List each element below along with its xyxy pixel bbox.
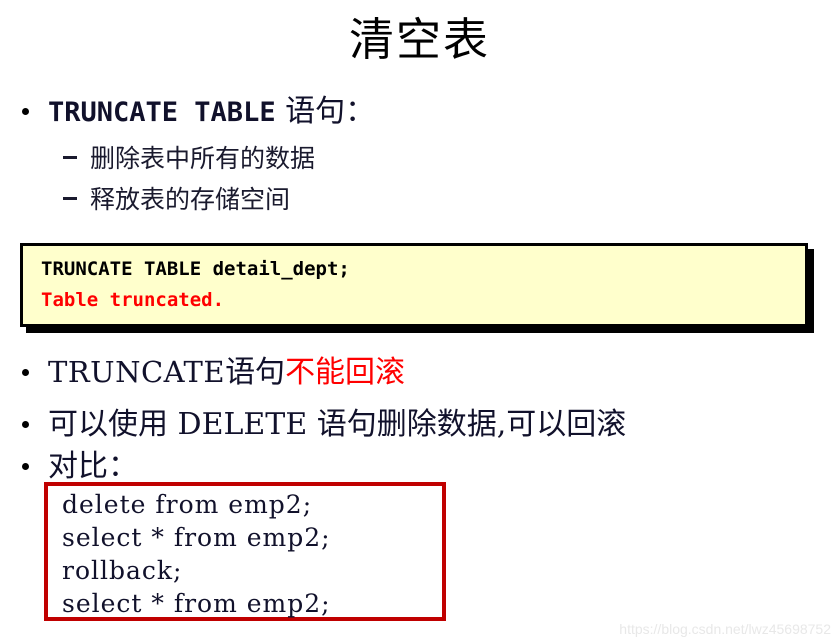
bullet-truncate-emphasis: 不能回滚 — [285, 355, 406, 390]
bullet-comparison-text: 对比： — [48, 449, 138, 484]
code-line-truncate-statement: TRUNCATE TABLE detail_dept; — [41, 258, 350, 280]
code-box-truncate: TRUNCATE TABLE detail_dept; Table trunca… — [20, 243, 808, 327]
bullet-dot-icon — [22, 421, 29, 428]
code-line-truncate-result: Table truncated. — [41, 289, 225, 311]
watermark-url: https://blog.csdn.net/lwz45698752 — [619, 621, 831, 637]
code-line-rollback: rollback; — [62, 556, 183, 585]
bullet-truncate-table-tail: 语句： — [275, 94, 376, 129]
sub-bullet-delete-all-data: 删除表中所有的数据 — [63, 145, 315, 173]
bullet-truncate-table-code: TRUNCATE TABLE — [48, 97, 276, 128]
slide-title: 清空表 — [348, 13, 490, 66]
bullet-truncate-table-text: TRUNCATE TABLE 语句： — [48, 95, 375, 130]
sub-bullet-release-space: 释放表的存储空间 — [63, 186, 290, 214]
code-line-delete: delete from emp2; — [62, 490, 313, 519]
bullet-truncate-no-rollback: TRUNCATE语句不能回滚 — [22, 355, 405, 390]
bullet-truncate-table: TRUNCATE TABLE 语句： — [22, 95, 375, 130]
bullet-truncate-keyword: TRUNCATE — [48, 355, 226, 389]
bullet-delete-rollback-text: 可以使用 DELETE 语句删除数据,可以回滚 — [48, 407, 627, 442]
bullet-truncate-mid: 语句 — [225, 355, 286, 390]
bullet-comparison: 对比： — [22, 450, 138, 484]
sub-bullet-delete-all-data-text: 删除表中所有的数据 — [90, 144, 316, 173]
code-line-select-2: select * from emp2; — [62, 589, 331, 618]
dash-icon — [63, 197, 77, 200]
bullet-dot-icon — [22, 108, 29, 115]
dash-icon — [63, 156, 77, 159]
slide-canvas: 清空表 TRUNCATE TABLE 语句： 删除表中所有的数据 释放表的存储空… — [0, 0, 839, 644]
bullet-dot-icon — [22, 369, 29, 376]
sub-bullet-release-space-text: 释放表的存储空间 — [90, 185, 291, 214]
bullet-truncate-no-rollback-text: TRUNCATE语句不能回滚 — [48, 355, 405, 390]
code-box-comparison: delete from emp2; select * from emp2; ro… — [44, 482, 446, 621]
bullet-delete-rollback: 可以使用 DELETE 语句删除数据,可以回滚 — [22, 408, 626, 442]
code-line-select-1: select * from emp2; — [62, 523, 331, 552]
bullet-dot-icon — [22, 463, 29, 470]
